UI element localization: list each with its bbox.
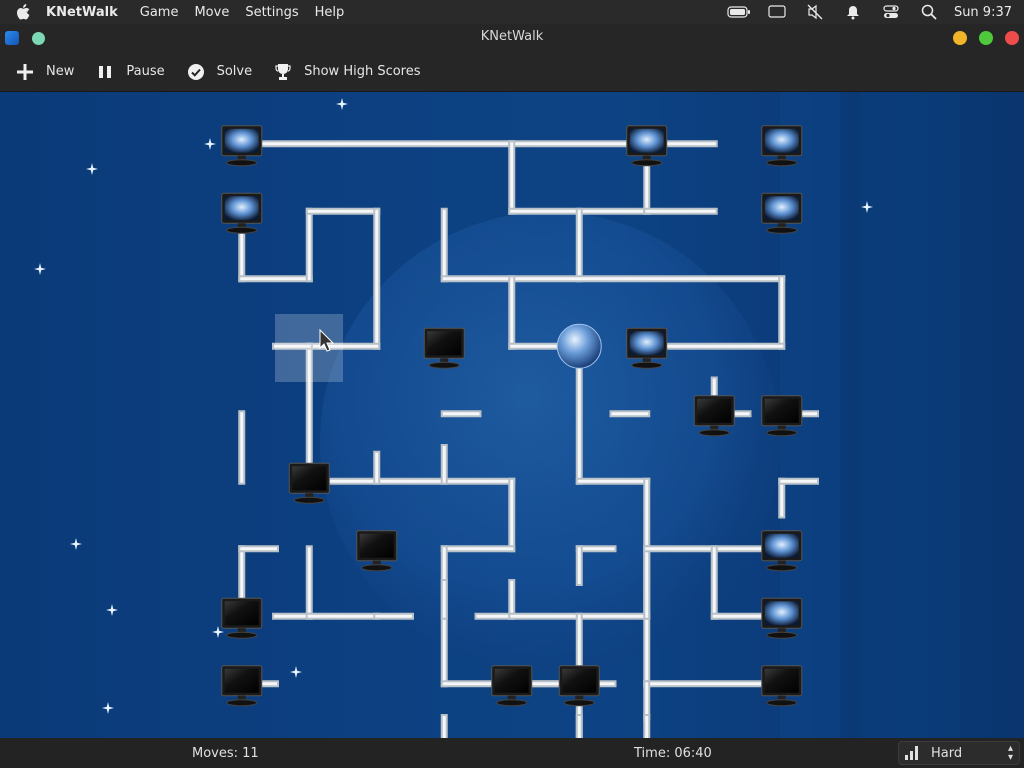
difficulty-value: Hard [931,745,963,761]
menu-settings[interactable]: Settings [245,5,298,20]
notifications-icon[interactable] [834,0,872,24]
star [86,163,98,175]
minimize-button[interactable] [953,31,967,45]
disconnected-computer-icon[interactable] [288,462,330,504]
menu-help[interactable]: Help [315,5,345,20]
menu-game[interactable]: Game [140,5,179,20]
disconnected-computer-icon[interactable] [491,665,533,707]
solve-label: Solve [216,64,253,79]
game-board[interactable] [0,92,1024,738]
server-globe-icon[interactable] [556,323,602,369]
connected-computer-icon[interactable] [221,125,263,167]
chevron-updown-icon: ▴ ▾ [1007,743,1013,763]
star [70,538,82,550]
menu-move[interactable]: Move [194,5,229,20]
difficulty-select[interactable]: Hard ▴ ▾ [898,741,1020,765]
connected-computer-icon[interactable] [626,125,668,167]
selected-cell-highlight [275,314,343,382]
pause-button[interactable]: Pause [88,57,170,87]
sound-muted-icon[interactable] [796,0,834,24]
new-game-button[interactable]: New [8,57,80,87]
disconnected-computer-icon[interactable] [558,665,600,707]
timer: Time: 06:40 [634,746,712,761]
star [204,138,216,150]
new-game-label: New [46,64,75,79]
pause-icon [94,61,116,83]
star [102,702,114,714]
window-titlebar: KNetWalk [0,24,1024,52]
star [290,666,302,678]
maximize-button[interactable] [979,31,993,45]
window-title: KNetWalk [480,29,544,44]
connected-computer-icon[interactable] [221,192,263,234]
checkmark-icon [185,61,207,83]
solve-button[interactable]: Solve [179,57,259,87]
pause-label: Pause [126,64,165,79]
high-scores-button[interactable]: Show High Scores [266,57,426,87]
control-center-icon[interactable] [872,0,910,24]
high-scores-label: Show High Scores [304,64,421,79]
apple-menu-icon[interactable] [0,4,46,20]
trophy-icon [272,61,294,83]
moves-counter: Moves: 11 [192,746,259,761]
plus-icon [14,61,36,83]
star [34,263,46,275]
disconnected-computer-icon[interactable] [221,597,263,639]
spotlight-search-icon[interactable] [910,0,948,24]
network-grid[interactable] [0,92,1024,738]
disconnected-computer-icon[interactable] [221,665,263,707]
difficulty-bars-icon [905,746,921,760]
app-menu[interactable]: KNetWalk [46,5,118,20]
star [106,604,118,616]
close-button[interactable] [1005,31,1019,45]
menubar-clock[interactable]: Sun 9:37 [954,5,1012,20]
background-band [860,92,960,738]
battery-icon[interactable] [720,0,758,24]
menu-bar: KNetWalk Game Move Settings Help Sun 9:3… [0,0,1024,24]
toolbar: New Pause Solve Show High Scores [0,52,1024,92]
star [336,98,348,110]
screen-mirroring-icon[interactable] [758,0,796,24]
status-bar: Moves: 11 Time: 06:40 Hard ▴ ▾ [0,738,1024,768]
